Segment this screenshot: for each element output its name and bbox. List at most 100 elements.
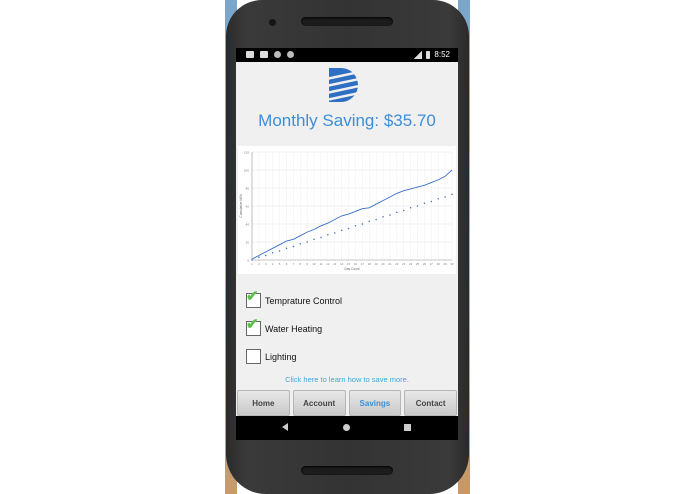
system-nav-bar: [236, 416, 458, 440]
x-tick-label: 7: [293, 262, 295, 266]
tab-account[interactable]: Account: [292, 390, 346, 416]
lighting-label: Lighting: [265, 351, 297, 362]
series-point-1: [451, 193, 453, 196]
tab-contact[interactable]: Contact: [404, 390, 457, 416]
temperature-control-checkbox[interactable]: ✔: [246, 289, 261, 308]
series-point-1: [334, 232, 336, 234]
recent-apps-icon[interactable]: [404, 424, 411, 431]
x-tick-label: 27: [430, 262, 434, 266]
lighting-checkbox[interactable]: ✔: [246, 349, 261, 364]
series-point-1: [258, 256, 260, 259]
monthly-saving-title: Monthly Saving: $35.70: [258, 111, 436, 130]
bottom-tab-bar: Home Account Savings Contact: [236, 390, 458, 416]
sync-icon: [287, 51, 294, 58]
series-point-1: [299, 243, 302, 245]
series-point-1: [354, 225, 357, 227]
series-point-1: [382, 216, 384, 218]
status-bar: 8:52: [236, 48, 458, 62]
x-tick-label: 15: [347, 262, 351, 266]
series-line-0: [251, 169, 453, 260]
series-point-1: [444, 196, 446, 198]
x-tick-label: 28: [437, 262, 441, 266]
x-tick-label: 3: [265, 262, 267, 266]
option-water-heating[interactable]: ✔ Water Heating: [246, 317, 323, 336]
x-tick-label: 21: [388, 262, 392, 266]
series-point-1: [423, 202, 426, 205]
savings-chart: 0 20 40 60 80 100 120 1 2 3 4 5 6 7 8 9 10 11 12 13 14 15 16 17…: [238, 146, 456, 274]
series-point-1: [437, 198, 439, 200]
x-tick-label: 18: [368, 262, 372, 266]
x-tick-label: 23: [402, 262, 406, 266]
y-tick-label: 0: [247, 259, 249, 263]
x-tick-label: 1: [251, 262, 253, 266]
y-tick-label: 120: [244, 151, 249, 155]
checkmark-icon: ✔: [246, 316, 259, 333]
series-point-1: [251, 259, 253, 261]
x-tick-label: 9: [306, 262, 308, 266]
bottom-speaker: [301, 466, 393, 475]
series-point-1: [327, 234, 329, 236]
y-tick-label: 100: [244, 169, 249, 173]
sd-card-icon: [260, 51, 268, 58]
y-tick-label: 80: [246, 187, 250, 191]
series-point-1: [375, 218, 377, 221]
series-point-1: [292, 245, 295, 248]
option-temperature-control[interactable]: ✔ Temprature Control: [246, 289, 342, 308]
series-point-1: [347, 227, 350, 230]
series-point-1: [430, 200, 433, 203]
signal-icon: [414, 50, 423, 59]
x-tick-label: 26: [423, 262, 427, 266]
series-point-1: [416, 205, 419, 207]
series-point-1: [313, 238, 315, 241]
series-point-1: [278, 250, 281, 252]
app-body: Monthly Saving: $35.70 0 20 40 60 80 100 120 1 2…: [236, 62, 458, 440]
series-point-1: [396, 211, 398, 214]
y-tick-label: 40: [246, 223, 250, 227]
checkmark-icon: ✔: [246, 288, 259, 305]
water-heating-checkbox[interactable]: ✔: [246, 317, 261, 336]
learn-more-link[interactable]: Click here to learn how to save more.: [236, 375, 458, 384]
x-tick-label: 29: [444, 262, 448, 266]
location-pin-icon: [274, 51, 281, 58]
x-axis-label: Day Count: [344, 267, 359, 271]
option-lighting[interactable]: ✔ Lighting: [246, 349, 297, 364]
y-tick-label: 20: [246, 241, 250, 245]
x-tick-label: 22: [395, 262, 399, 266]
front-camera: [269, 19, 276, 26]
x-tick-label: 4: [272, 262, 274, 266]
x-tick-label: 14: [340, 262, 344, 266]
series-point-1: [306, 241, 308, 243]
x-tick-label: 13: [333, 262, 337, 266]
earpiece-speaker: [301, 17, 393, 26]
series-point-1: [285, 247, 288, 250]
x-tick-label: 20: [381, 262, 385, 266]
y-tick-label: 60: [246, 205, 250, 209]
image-notification-icon: [246, 51, 254, 58]
x-tick-label: 24: [409, 262, 413, 266]
series-point-1: [361, 223, 364, 225]
company-logo: [327, 68, 361, 102]
x-tick-label: 2: [258, 262, 260, 266]
x-tick-label: 16: [354, 262, 358, 266]
home-icon[interactable]: [343, 424, 350, 431]
x-tick-label: 25: [416, 262, 420, 266]
series-point-1: [368, 220, 370, 223]
x-tick-label: 30: [450, 262, 454, 266]
x-tick-label: 8: [299, 262, 301, 266]
battery-icon: [426, 50, 431, 59]
savings-chart-svg: 0204060801001201 2 3 4 5 6 7 8 9 10 11 12 13 14 15 16 17…: [239, 151, 454, 272]
x-tick-label: 11: [320, 262, 323, 266]
tab-home[interactable]: Home: [237, 390, 290, 416]
tab-savings[interactable]: Savings: [348, 390, 402, 416]
series-point-1: [265, 254, 267, 257]
status-time: 8:52: [434, 50, 450, 59]
phone-screen: 8:52 Monthly Saving: $35.70 0 20 40 60 80 100…: [236, 48, 458, 440]
series-point-1: [271, 252, 274, 254]
x-tick-label: 12: [326, 262, 330, 266]
series-point-1: [389, 214, 391, 216]
x-tick-label: 10: [313, 262, 317, 266]
x-tick-label: 17: [361, 262, 365, 266]
back-icon[interactable]: [282, 423, 288, 431]
water-heating-label: Water Heating: [265, 323, 323, 334]
series-point-1: [402, 209, 405, 212]
